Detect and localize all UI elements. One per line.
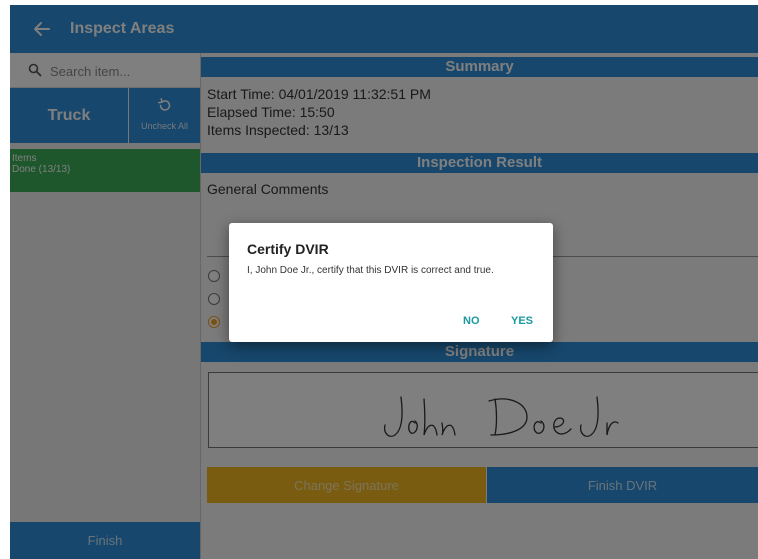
- no-button[interactable]: NO: [463, 315, 480, 327]
- dialog-message: I, John Doe Jr., certify that this DVIR …: [247, 265, 494, 276]
- certify-dialog: Certify DVIR I, John Doe Jr., certify th…: [229, 223, 553, 342]
- dialog-title: Certify DVIR: [247, 241, 329, 257]
- yes-button[interactable]: YES: [511, 315, 533, 327]
